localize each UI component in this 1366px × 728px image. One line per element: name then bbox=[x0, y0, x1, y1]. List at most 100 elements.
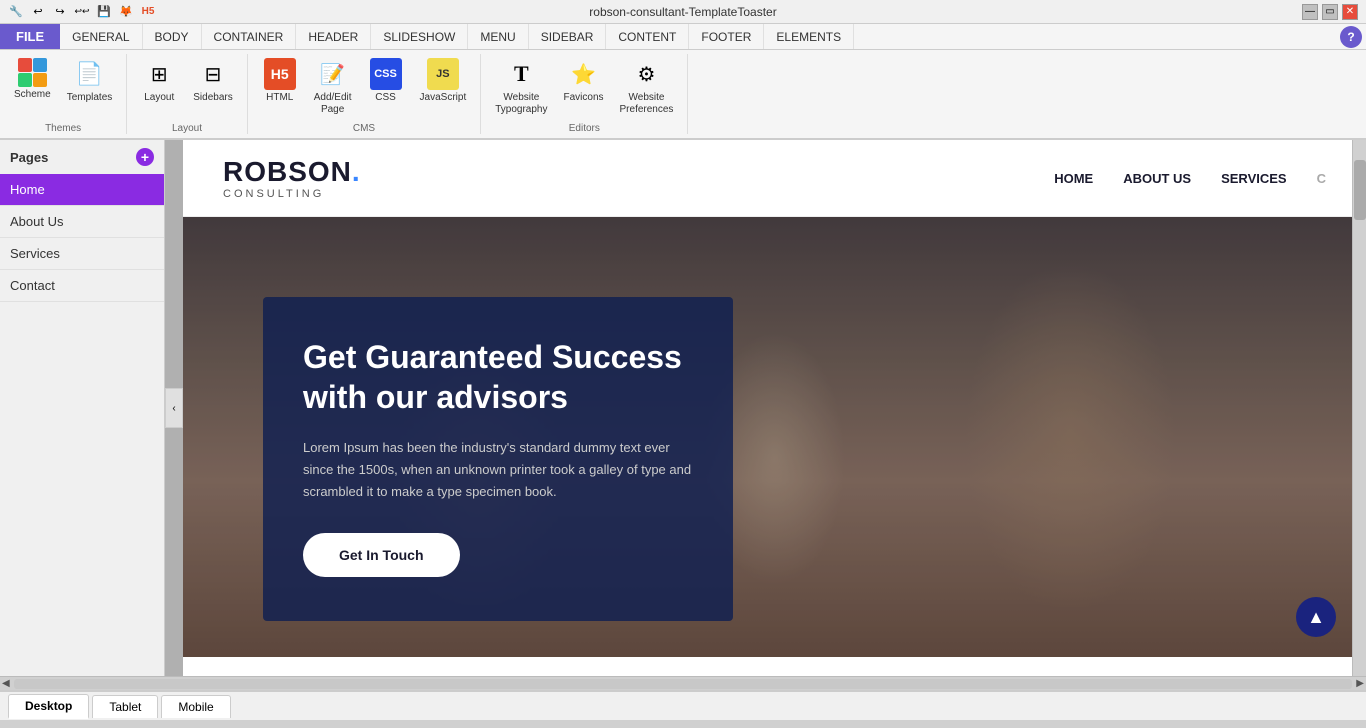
elements-menu[interactable]: ELEMENTS bbox=[764, 24, 854, 49]
themes-group: Scheme 📄 Templates Themes bbox=[0, 54, 127, 134]
sidebars-button[interactable]: ⊟ Sidebars bbox=[187, 54, 238, 108]
window-controls: — ▭ ✕ bbox=[1302, 4, 1358, 20]
typography-label: WebsiteTypography bbox=[495, 92, 547, 116]
content-menu[interactable]: CONTENT bbox=[606, 24, 689, 49]
pages-title: Pages bbox=[10, 150, 48, 165]
scheme-icon bbox=[18, 58, 47, 87]
scheme-label: Scheme bbox=[14, 89, 51, 101]
cms-items: H5 HTML 📝 Add/EditPage CSS CSS JS JavaSc… bbox=[256, 54, 473, 121]
menu-menu[interactable]: MENU bbox=[468, 24, 528, 49]
layout-group-label: Layout bbox=[172, 123, 202, 134]
javascript-button[interactable]: JS JavaScript bbox=[414, 54, 473, 108]
scroll-right-arrow[interactable]: ▶ bbox=[1356, 678, 1364, 689]
undo-icon[interactable]: ↩ bbox=[30, 4, 46, 20]
favicons-label: Favicons bbox=[564, 92, 604, 104]
html-label: HTML bbox=[266, 92, 293, 104]
hero-cta-button[interactable]: Get In Touch bbox=[303, 533, 460, 577]
ribbon-menu-bar: FILE GENERAL BODY CONTAINER HEADER SLIDE… bbox=[0, 24, 1366, 50]
logo-name: ROBSON. bbox=[223, 156, 361, 188]
footer-menu[interactable]: FOOTER bbox=[689, 24, 764, 49]
app-icon: 🔧 bbox=[8, 4, 24, 20]
history-icon[interactable]: ↩↩ bbox=[74, 4, 90, 20]
sidebar-item-contact[interactable]: Contact bbox=[0, 270, 164, 302]
scheme-button[interactable]: Scheme bbox=[8, 54, 57, 105]
sidebar-header: Pages + bbox=[0, 140, 164, 174]
body-menu[interactable]: BODY bbox=[143, 24, 202, 49]
nav-services[interactable]: SERVICES bbox=[1221, 171, 1287, 186]
sidebar-item-services[interactable]: Services bbox=[0, 238, 164, 270]
css-icon: CSS bbox=[370, 58, 402, 90]
header-menu[interactable]: HEADER bbox=[296, 24, 371, 49]
js-label: JavaScript bbox=[420, 92, 467, 104]
typography-icon: T bbox=[505, 58, 537, 90]
canvas-toggle-button[interactable]: ‹ bbox=[165, 388, 183, 428]
hero-content: Get Guaranteed Success with our advisors… bbox=[263, 297, 733, 621]
add-edit-page-button[interactable]: 📝 Add/EditPage bbox=[308, 54, 358, 120]
favicons-button[interactable]: ⭐ Favicons bbox=[558, 54, 610, 108]
preferences-label: WebsitePreferences bbox=[620, 92, 674, 116]
editors-group-label: Editors bbox=[569, 123, 600, 134]
hero-title: Get Guaranteed Success with our advisors bbox=[303, 337, 693, 417]
sidebar-menu[interactable]: SIDEBAR bbox=[529, 24, 607, 49]
website-typography-button[interactable]: T WebsiteTypography bbox=[489, 54, 553, 120]
favicons-icon: ⭐ bbox=[568, 58, 600, 90]
tab-desktop[interactable]: Desktop bbox=[8, 694, 89, 719]
css-label: CSS bbox=[375, 92, 396, 104]
add-page-button[interactable]: + bbox=[136, 148, 154, 166]
tab-mobile[interactable]: Mobile bbox=[161, 695, 230, 718]
scroll-top-button[interactable]: ▲ bbox=[1296, 597, 1336, 637]
window-title: robson-consultant-TemplateToaster bbox=[589, 5, 776, 19]
layout-button[interactable]: ⊞ Layout bbox=[135, 54, 183, 108]
layout-group: ⊞ Layout ⊟ Sidebars Layout bbox=[127, 54, 247, 134]
help-button[interactable]: ? bbox=[1340, 26, 1362, 48]
pages-sidebar: Pages + Home About Us Services Contact bbox=[0, 140, 165, 676]
editors-items: T WebsiteTypography ⭐ Favicons ⚙ Website… bbox=[489, 54, 679, 121]
nav-links: HOME ABOUT US SERVICES C bbox=[1054, 171, 1326, 186]
close-button[interactable]: ✕ bbox=[1342, 4, 1358, 20]
tab-tablet[interactable]: Tablet bbox=[92, 695, 158, 718]
save-icon[interactable]: 💾 bbox=[96, 4, 112, 20]
main-area: Pages + Home About Us Services Contact ‹… bbox=[0, 140, 1366, 676]
canvas-area: ‹ ROBSON. CONSULTING HOME ABOUT US SERVI… bbox=[165, 140, 1366, 676]
nav-more[interactable]: C bbox=[1317, 171, 1326, 186]
nav-about-us[interactable]: ABOUT US bbox=[1123, 171, 1191, 186]
sidebar-item-home[interactable]: Home bbox=[0, 174, 164, 206]
layout-label: Layout bbox=[144, 92, 174, 104]
vertical-scrollbar[interactable] bbox=[1352, 140, 1366, 676]
horizontal-scrollbar[interactable]: ◀ ▶ bbox=[0, 676, 1366, 690]
slideshow-menu[interactable]: SLIDESHOW bbox=[371, 24, 468, 49]
h5-icon[interactable]: H5 bbox=[140, 4, 156, 20]
scroll-left-arrow[interactable]: ◀ bbox=[2, 678, 10, 689]
cms-group-label: CMS bbox=[353, 123, 375, 134]
scroll-track bbox=[14, 679, 1353, 689]
ribbon-toolbar: Scheme 📄 Templates Themes ⊞ Layout ⊟ Sid… bbox=[0, 50, 1366, 140]
redo-icon[interactable]: ↪ bbox=[52, 4, 68, 20]
firefox-icon[interactable]: 🦊 bbox=[118, 4, 134, 20]
minimize-button[interactable]: — bbox=[1302, 4, 1318, 20]
sidebars-icon: ⊟ bbox=[197, 58, 229, 90]
site-logo: ROBSON. CONSULTING bbox=[223, 156, 361, 200]
layout-items: ⊞ Layout ⊟ Sidebars bbox=[135, 54, 238, 121]
website-preferences-button[interactable]: ⚙ WebsitePreferences bbox=[614, 54, 680, 120]
cms-group: H5 HTML 📝 Add/EditPage CSS CSS JS JavaSc… bbox=[248, 54, 482, 134]
templates-button[interactable]: 📄 Templates bbox=[61, 54, 119, 108]
scrollbar-thumb[interactable] bbox=[1354, 160, 1366, 220]
container-menu[interactable]: CONTAINER bbox=[202, 24, 297, 49]
js-icon: JS bbox=[427, 58, 459, 90]
html-button[interactable]: H5 HTML bbox=[256, 54, 304, 108]
themes-items: Scheme 📄 Templates bbox=[8, 54, 118, 121]
title-bar-left: 🔧 ↩ ↪ ↩↩ 💾 🦊 H5 bbox=[8, 4, 156, 20]
file-menu[interactable]: FILE bbox=[0, 24, 60, 49]
maximize-button[interactable]: ▭ bbox=[1322, 4, 1338, 20]
themes-group-label: Themes bbox=[45, 123, 81, 134]
sidebar-item-about-us[interactable]: About Us bbox=[0, 206, 164, 238]
css-button[interactable]: CSS CSS bbox=[362, 54, 410, 108]
add-page-label: Add/EditPage bbox=[314, 92, 352, 116]
nav-home[interactable]: HOME bbox=[1054, 171, 1093, 186]
general-menu[interactable]: GENERAL bbox=[60, 24, 142, 49]
bottom-tab-bar: Desktop Tablet Mobile bbox=[0, 690, 1366, 720]
html-icon: H5 bbox=[264, 58, 296, 90]
preferences-icon: ⚙ bbox=[630, 58, 662, 90]
preview-nav: ROBSON. CONSULTING HOME ABOUT US SERVICE… bbox=[183, 140, 1366, 217]
preview-hero: Get Guaranteed Success with our advisors… bbox=[183, 217, 1366, 657]
